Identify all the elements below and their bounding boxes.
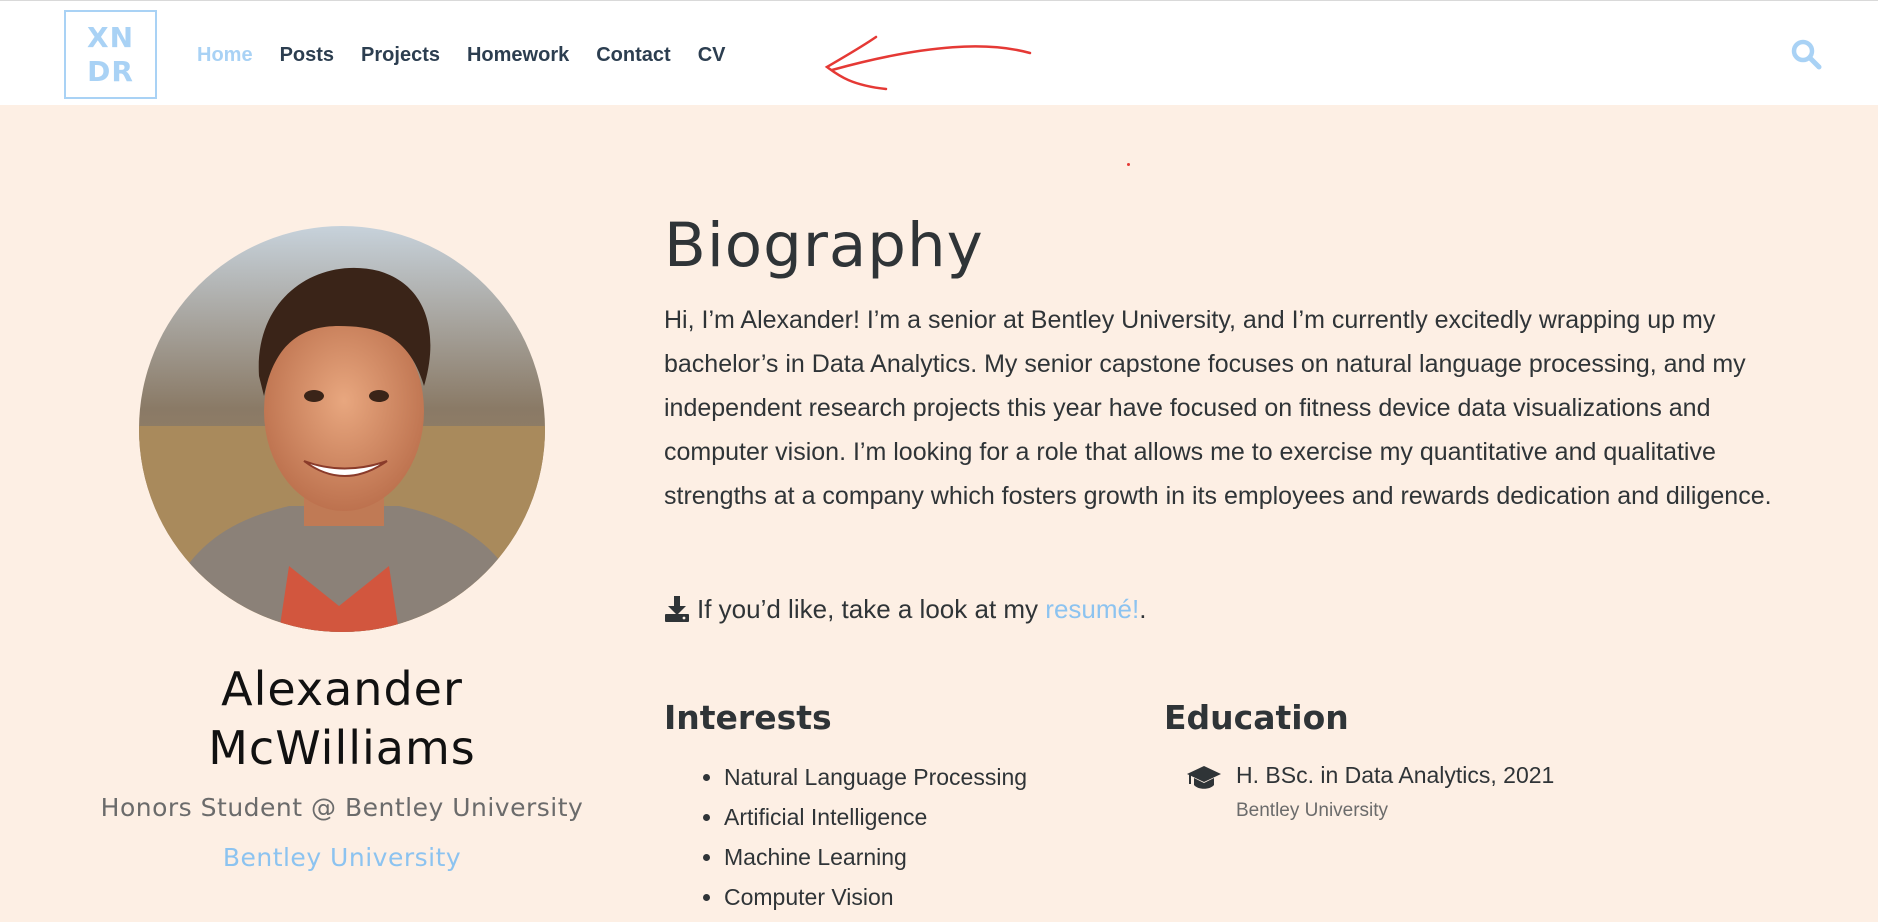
nav-home[interactable]: Home: [197, 41, 253, 69]
interest-item: Machine Learning: [700, 837, 1027, 877]
annotation-arrow: [824, 35, 1032, 91]
search-icon[interactable]: [1790, 38, 1822, 70]
nav-projects[interactable]: Projects: [361, 41, 440, 69]
logo-line-1: XN: [86, 20, 135, 54]
nav-homework[interactable]: Homework: [467, 41, 569, 69]
avatar: [139, 226, 545, 632]
resume-link[interactable]: resumé!: [1045, 591, 1139, 627]
nav-cv[interactable]: CV: [698, 41, 726, 69]
download-icon: [665, 596, 689, 622]
education-heading: Education: [1164, 698, 1349, 737]
interest-item: Artificial Intelligence: [700, 797, 1027, 837]
resume-suffix: .: [1139, 594, 1147, 624]
education-degree: H. BSc. in Data Analytics, 2021: [1236, 762, 1555, 788]
resume-prefix: If you’d like, take a look at my: [697, 594, 1039, 624]
resume-line: If you’d like, take a look at my resumé!…: [664, 591, 1146, 627]
interest-item: Computer Vision: [700, 877, 1027, 917]
site-logo[interactable]: XN DR: [64, 10, 157, 99]
education-school: Bentley University: [1236, 800, 1389, 821]
nav-posts[interactable]: Posts: [280, 41, 334, 69]
profile-name: Alexander McWilliams: [208, 662, 476, 775]
logo-line-2: DR: [87, 54, 134, 88]
interests-list: Natural Language Processing Artificial I…: [700, 757, 1027, 917]
profile-organization-link[interactable]: Bentley University: [60, 843, 624, 872]
annotation-dot: [1127, 163, 1130, 166]
interests-heading: Interests: [664, 698, 832, 737]
main-nav: Home Posts Projects Homework Contact CV: [197, 41, 752, 69]
interest-item: Natural Language Processing: [700, 757, 1027, 797]
profile-role: Honors Student @ Bentley University: [100, 793, 584, 822]
biography-text: Hi, I’m Alexander! I’m a senior at Bentl…: [664, 306, 1772, 510]
biography-heading: Biography: [664, 210, 984, 281]
graduation-cap-icon: [1187, 766, 1221, 789]
nav-contact[interactable]: Contact: [596, 41, 670, 69]
